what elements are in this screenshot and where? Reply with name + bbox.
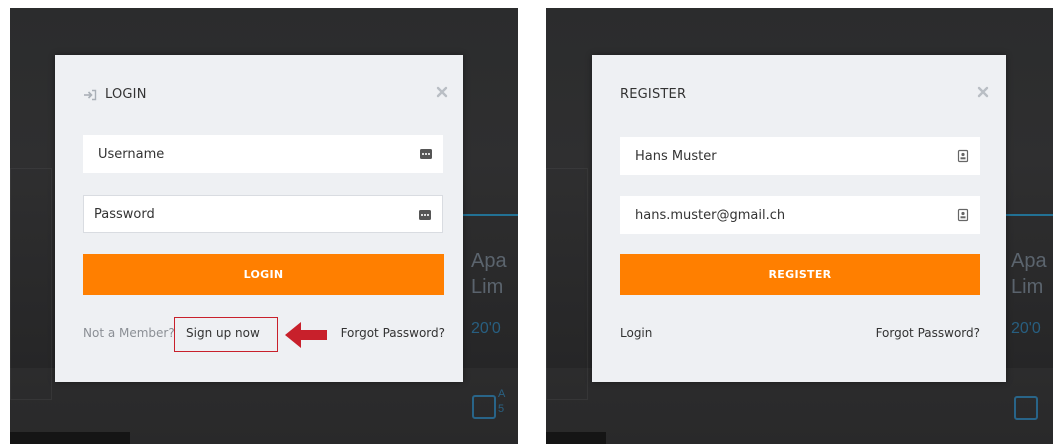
background-listing-meta-1: A	[498, 388, 506, 400]
password-input[interactable]	[94, 206, 390, 222]
register-modal: REGISTER REGISTER Login Forgot Password?	[592, 55, 1006, 382]
background-listing-title-line-2: Lim	[471, 276, 504, 298]
register-modal-title: REGISTER	[620, 87, 687, 102]
register-modal-header: REGISTER	[620, 87, 686, 102]
login-modal-title: LOGIN	[105, 87, 147, 102]
background-listing-meta-2: 5	[498, 403, 505, 415]
forgot-password-link[interactable]: Forgot Password?	[341, 326, 445, 340]
background-bottom-strip	[10, 432, 130, 444]
register-submit-button[interactable]: REGISTER	[620, 254, 980, 295]
forgot-password-link[interactable]: Forgot Password?	[876, 326, 980, 340]
background-window	[546, 168, 588, 400]
close-icon[interactable]	[976, 85, 990, 99]
email-input[interactable]	[635, 207, 929, 223]
background-accent-line	[463, 214, 518, 216]
keyboard-icon	[420, 149, 432, 159]
login-link[interactable]: Login	[620, 326, 652, 340]
username-input[interactable]	[98, 146, 392, 162]
background-listing-icon	[472, 395, 496, 419]
background-accent-line	[1006, 214, 1053, 216]
signup-highlight-box	[174, 317, 278, 352]
login-modal: LOGIN LOGIN Not a Member? Si	[55, 55, 463, 382]
background-listing-price: 20'0	[471, 320, 501, 337]
register-screenshot-panel: Apa Lim 20'0 REGISTER REGISTER	[546, 8, 1053, 444]
name-field[interactable]	[620, 137, 980, 175]
background-listing-title-line-2: Lim	[1011, 276, 1044, 298]
keyboard-icon	[419, 210, 431, 220]
login-screenshot-panel: Apa Lim 20'0 A 5 LOGIN Username LOGIN No…	[10, 8, 518, 444]
background-listing-icon	[1014, 396, 1038, 420]
login-submit-button[interactable]: LOGIN	[83, 254, 444, 295]
close-icon[interactable]	[435, 85, 449, 99]
not-member-text: Not a Member?	[83, 326, 175, 340]
left-arrow-icon	[285, 322, 327, 348]
contact-card-icon	[957, 149, 969, 163]
sign-in-icon	[84, 89, 97, 100]
background-listing-title-line-1: Apa	[1011, 250, 1047, 272]
background-listing-price: 20'0	[1011, 320, 1041, 337]
name-input[interactable]	[635, 148, 929, 164]
background-bottom-strip	[546, 432, 606, 444]
background-window	[10, 168, 52, 400]
background-listing-title-line-1: Apa	[471, 250, 507, 272]
login-modal-header: LOGIN	[83, 87, 147, 102]
username-field[interactable]	[83, 135, 443, 173]
email-field[interactable]	[620, 196, 980, 234]
contact-card-icon	[957, 208, 969, 222]
password-field[interactable]	[83, 195, 443, 233]
